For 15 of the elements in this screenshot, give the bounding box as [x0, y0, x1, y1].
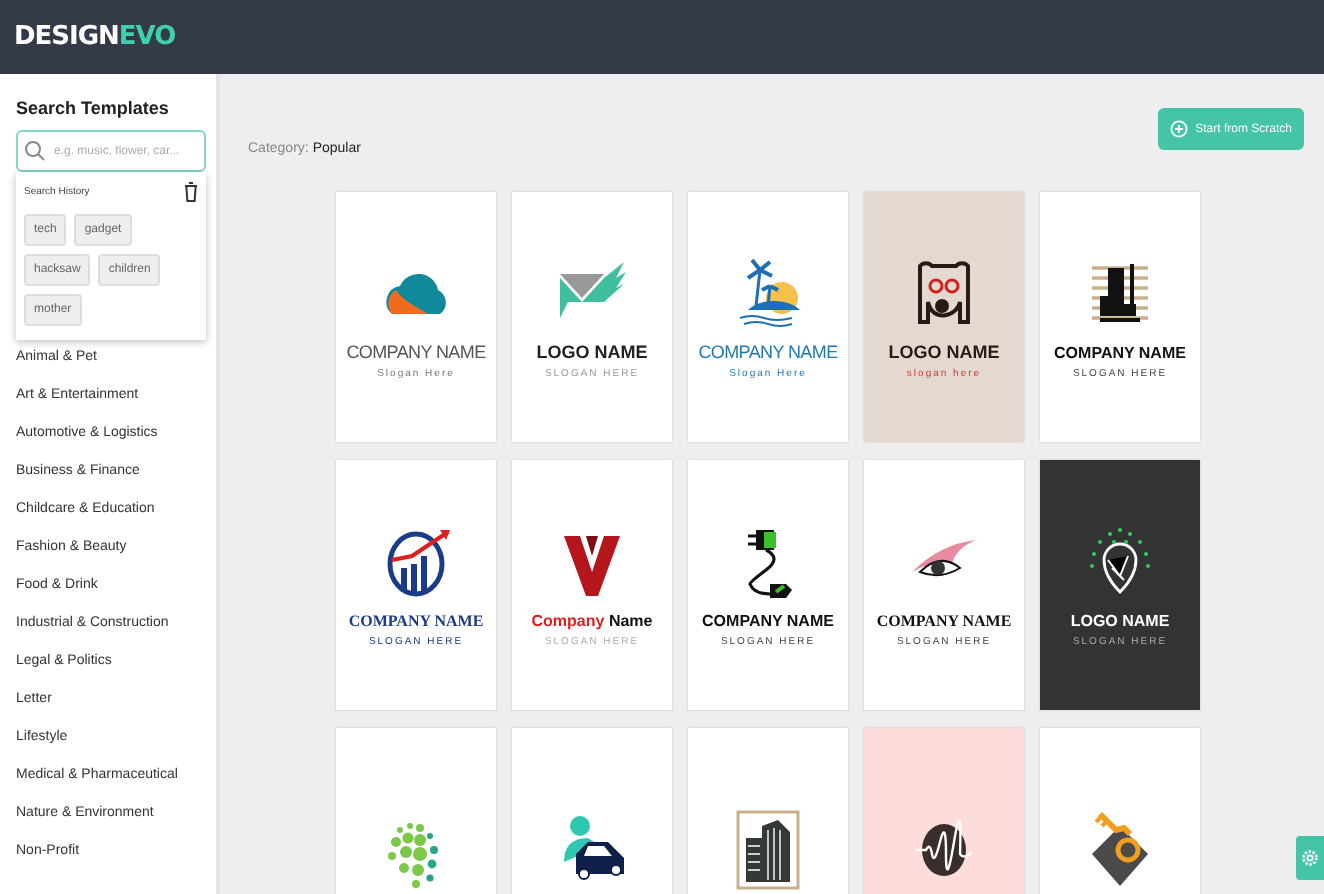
logo-title: Company Name [531, 611, 653, 629]
logo-title: LOGO NAME [1070, 611, 1170, 629]
sidebar-title: Search Templates [16, 98, 171, 118]
logo-title: COMPANY NAME [1054, 343, 1186, 361]
trash-icon[interactable] [184, 182, 198, 202]
logo-title: COMPANY NAME [702, 611, 834, 629]
logo-title: COMPANY NAME [876, 611, 1012, 629]
logo-title: COMPANY NAME [346, 342, 486, 362]
logo-title: LOGO NAME [536, 342, 648, 362]
logo-title: COMPANY NAME [698, 342, 838, 362]
brand-logo[interactable]: DESIGNEVO [14, 22, 176, 52]
logo-title: LOGO NAME [888, 342, 1000, 362]
plus-circle-icon [1169, 120, 1188, 138]
gear-icon [1300, 848, 1320, 868]
logo-title: COMPANY NAME [348, 611, 484, 629]
